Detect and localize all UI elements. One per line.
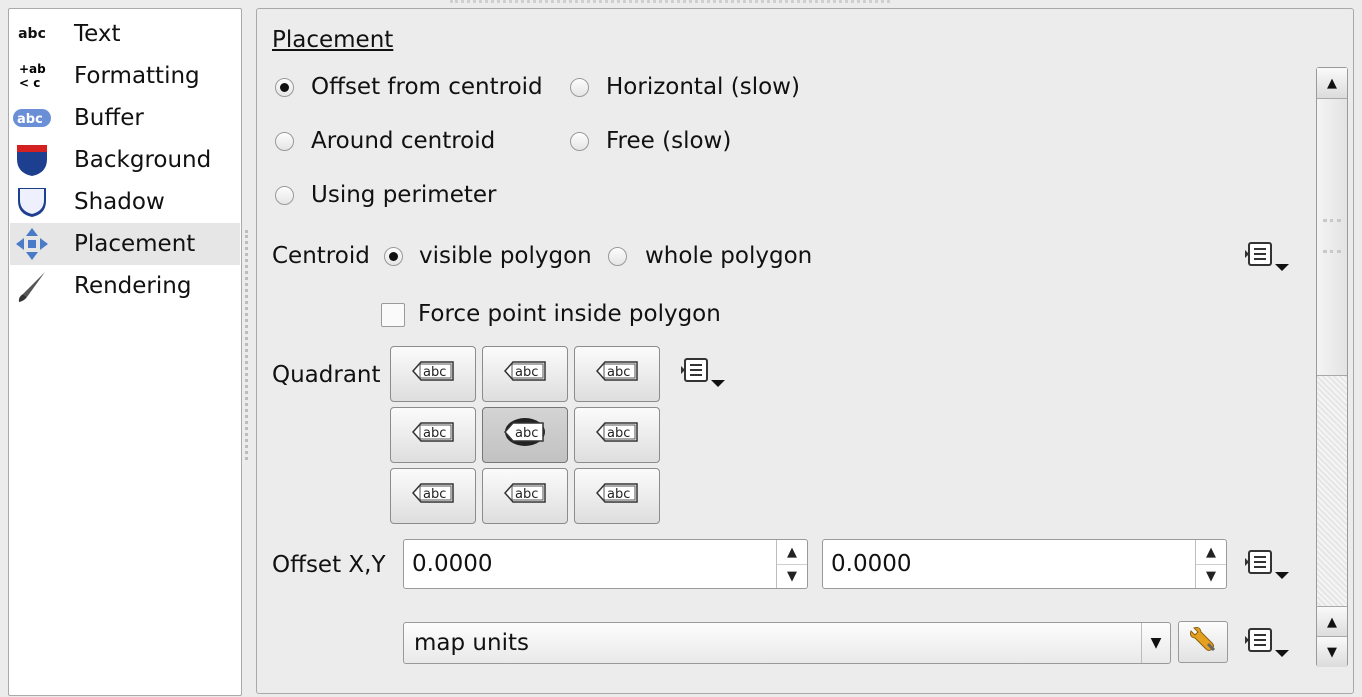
force-point-label[interactable]: Force point inside polygon <box>418 301 721 327</box>
sidebar-item-label: Formatting <box>74 63 200 89</box>
spin-arrows: ▲ ▼ <box>1195 540 1226 588</box>
quadrant-label: Quadrant <box>272 362 381 388</box>
scrollbar-thumb[interactable] <box>1317 98 1347 376</box>
quadrant-above-button[interactable]: abc <box>482 346 568 402</box>
svg-text:abc: abc <box>515 487 538 502</box>
sidebar-list: abc Text +ab < c Formatting abc Buffer Ba… <box>8 8 242 696</box>
using-perimeter-label[interactable]: Using perimeter <box>311 182 496 208</box>
label-tag-icon: abc <box>499 355 551 393</box>
sidebar-item-label: Rendering <box>74 273 192 299</box>
label-tag-centered-icon: abc <box>499 416 551 454</box>
sidebar-item-background[interactable]: Background <box>10 139 240 181</box>
svg-text:abc: abc <box>607 426 630 441</box>
svg-text:abc: abc <box>17 112 43 127</box>
label-tag-icon: abc <box>591 477 643 515</box>
svg-text:abc: abc <box>607 365 630 380</box>
svg-text:abc: abc <box>423 365 446 380</box>
svg-text:abc: abc <box>423 487 446 502</box>
formatting-icon: +ab < c <box>10 56 54 96</box>
whole-polygon-radio[interactable] <box>608 247 627 266</box>
centroid-label: Centroid <box>272 243 370 269</box>
quadrant-below-left-button[interactable]: abc <box>390 468 476 524</box>
splitter-handle-top[interactable] <box>450 0 890 6</box>
quadrant-above-right-button[interactable]: abc <box>574 346 660 402</box>
shadow-shield-icon <box>10 182 54 222</box>
svg-text:abc: abc <box>423 426 446 441</box>
visible-polygon-radio[interactable] <box>384 247 403 266</box>
scroll-up-arrow-icon[interactable]: ▲ <box>1317 606 1347 638</box>
svg-text:+ab: +ab <box>19 62 46 76</box>
visible-polygon-label[interactable]: visible polygon <box>419 243 592 269</box>
sidebar-item-label: Text <box>74 21 121 47</box>
label-tag-icon: abc <box>499 477 551 515</box>
svg-text:< c: < c <box>19 76 40 90</box>
quadrant-left-button[interactable]: abc <box>390 407 476 463</box>
sidebar-item-label: Placement <box>74 231 196 257</box>
offset-from-centroid-label[interactable]: Offset from centroid <box>311 74 543 100</box>
label-tag-icon: abc <box>591 355 643 393</box>
free-slow-label[interactable]: Free (slow) <box>606 128 731 154</box>
spin-up-arrow-icon[interactable]: ▲ <box>1196 540 1226 565</box>
offset-y-value[interactable]: 0.0000 <box>831 551 911 577</box>
quadrant-center-button[interactable]: abc <box>482 407 568 463</box>
horizontal-slow-radio[interactable] <box>570 78 589 97</box>
around-centroid-label[interactable]: Around centroid <box>311 128 495 154</box>
svg-text:abc: abc <box>515 426 538 441</box>
using-perimeter-radio[interactable] <box>275 186 294 205</box>
data-defined-override-icon[interactable] <box>1244 548 1292 582</box>
placement-arrows-icon <box>10 224 54 264</box>
quadrant-above-left-button[interactable]: abc <box>390 346 476 402</box>
thumb-grip <box>1323 219 1341 253</box>
svg-text:abc: abc <box>607 487 630 502</box>
chevron-down-icon[interactable]: ▼ <box>1141 623 1170 663</box>
free-slow-radio[interactable] <box>570 132 589 151</box>
units-settings-button[interactable] <box>1178 621 1228 663</box>
quadrant-right-button[interactable]: abc <box>574 407 660 463</box>
sidebar-item-text[interactable]: abc Text <box>10 13 240 55</box>
splitter-handle[interactable] <box>245 230 252 460</box>
vertical-scrollbar[interactable]: ▲ ▲ ▼ <box>1316 67 1348 667</box>
whole-polygon-label[interactable]: whole polygon <box>645 243 812 269</box>
sidebar-item-rendering[interactable]: Rendering <box>10 265 240 307</box>
spin-down-arrow-icon[interactable]: ▼ <box>1196 564 1226 588</box>
sidebar-item-label: Shadow <box>74 189 165 215</box>
sidebar-item-placement[interactable]: Placement <box>10 223 240 265</box>
rendering-brush-icon <box>10 266 54 306</box>
sidebar-item-label: Background <box>74 147 212 173</box>
spin-down-arrow-icon[interactable]: ▼ <box>777 564 807 588</box>
quadrant-below-button[interactable]: abc <box>482 468 568 524</box>
horizontal-slow-label[interactable]: Horizontal (slow) <box>606 74 800 100</box>
sidebar-item-shadow[interactable]: Shadow <box>10 181 240 223</box>
offset-x-spinbox[interactable]: 0.0000 ▲ ▼ <box>403 539 808 589</box>
data-defined-override-icon[interactable] <box>1244 240 1292 274</box>
spin-arrows: ▲ ▼ <box>776 540 807 588</box>
section-heading: Placement <box>272 27 394 53</box>
buffer-icon: abc <box>10 98 54 138</box>
offset-y-spinbox[interactable]: 0.0000 ▲ ▼ <box>822 539 1227 589</box>
label-tag-icon: abc <box>407 355 459 393</box>
sidebar-item-formatting[interactable]: +ab < c Formatting <box>10 55 240 97</box>
offset-label: Offset X,Y <box>272 552 386 578</box>
quadrant-below-right-button[interactable]: abc <box>574 468 660 524</box>
sidebar-item-buffer[interactable]: abc Buffer <box>10 97 240 139</box>
data-defined-override-icon[interactable] <box>1244 626 1292 660</box>
abc-text-icon: abc <box>18 26 46 42</box>
label-tag-icon: abc <box>407 477 459 515</box>
label-tag-icon: abc <box>407 416 459 454</box>
scroll-up-arrow-icon[interactable]: ▲ <box>1317 68 1347 99</box>
svg-text:abc: abc <box>515 365 538 380</box>
sidebar-item-label: Buffer <box>74 105 144 131</box>
background-shield-icon <box>10 140 54 180</box>
scroll-down-arrow-icon[interactable]: ▼ <box>1317 636 1347 667</box>
spin-up-arrow-icon[interactable]: ▲ <box>777 540 807 565</box>
force-point-checkbox[interactable] <box>381 303 405 327</box>
label-tag-icon: abc <box>591 416 643 454</box>
offset-units-combobox[interactable]: map units ▼ <box>403 622 1171 664</box>
data-defined-override-icon[interactable] <box>680 356 728 390</box>
around-centroid-radio[interactable] <box>275 132 294 151</box>
offset-x-value[interactable]: 0.0000 <box>412 551 492 577</box>
offset-units-value: map units <box>414 630 529 656</box>
wrench-icon <box>1188 624 1218 660</box>
offset-from-centroid-radio[interactable] <box>275 78 294 97</box>
